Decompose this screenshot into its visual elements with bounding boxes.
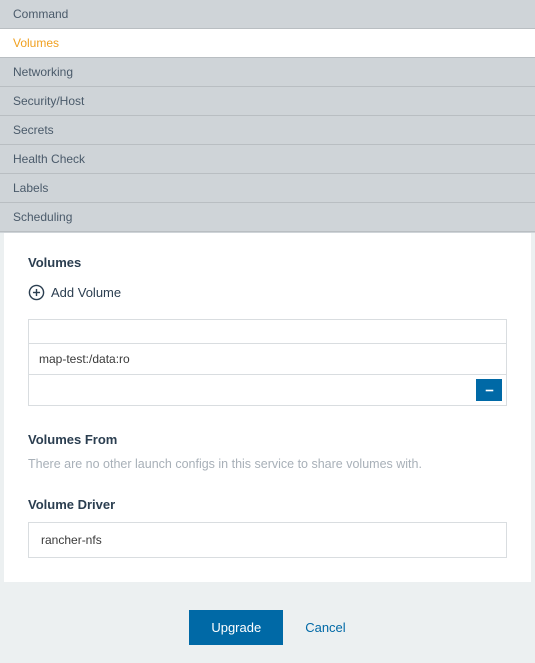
upgrade-button[interactable]: Upgrade <box>189 610 283 645</box>
add-volume-button[interactable]: Add Volume <box>28 284 121 301</box>
volume-entry-footer <box>29 375 506 405</box>
tab-scheduling[interactable]: Scheduling <box>0 203 535 232</box>
volumes-from-section: Volumes From There are no other launch c… <box>28 432 507 471</box>
volume-entry-header <box>29 320 506 344</box>
tab-security-host[interactable]: Security/Host <box>0 87 535 116</box>
volumes-from-heading: Volumes From <box>28 432 507 447</box>
volumes-from-message: There are no other launch configs in thi… <box>28 457 507 471</box>
volumes-heading: Volumes <box>28 255 507 270</box>
tab-networking[interactable]: Networking <box>0 58 535 87</box>
volume-driver-section: Volume Driver rancher-nfs <box>28 497 507 558</box>
tab-health-check[interactable]: Health Check <box>0 145 535 174</box>
tab-list: Command Volumes Networking Security/Host… <box>0 0 535 233</box>
tab-labels[interactable]: Labels <box>0 174 535 203</box>
footer-actions: Upgrade Cancel <box>0 592 535 663</box>
plus-circle-icon <box>28 284 45 301</box>
tab-volumes[interactable]: Volumes <box>0 29 535 58</box>
volume-entry: map-test:/data:ro <box>28 319 507 406</box>
add-volume-label: Add Volume <box>51 285 121 300</box>
volume-driver-input[interactable]: rancher-nfs <box>28 522 507 558</box>
minus-icon <box>483 384 496 397</box>
volumes-panel: Volumes Add Volume map-test:/data:ro Vol… <box>4 233 531 582</box>
tab-secrets[interactable]: Secrets <box>0 116 535 145</box>
volume-driver-heading: Volume Driver <box>28 497 507 512</box>
cancel-button[interactable]: Cancel <box>305 620 345 635</box>
remove-volume-button[interactable] <box>476 379 502 401</box>
volume-path-input[interactable]: map-test:/data:ro <box>29 344 506 375</box>
tab-command[interactable]: Command <box>0 0 535 29</box>
